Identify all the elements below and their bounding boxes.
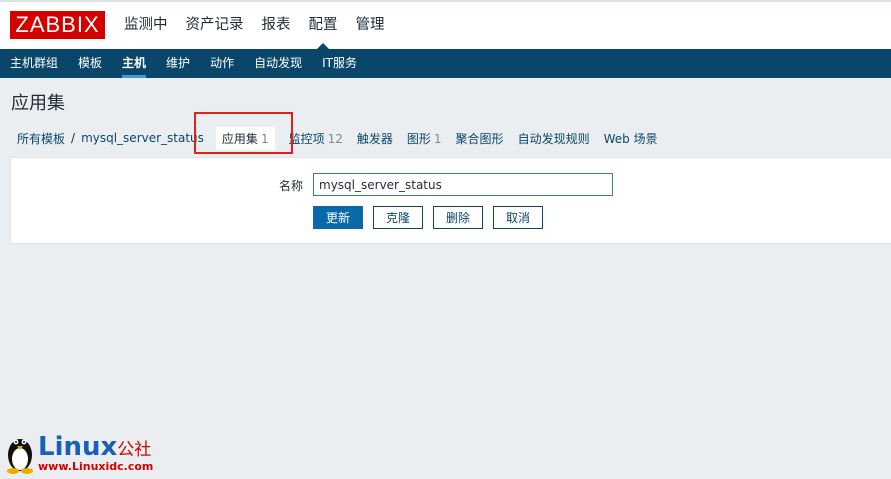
tab-graphs-label: 图形 xyxy=(406,131,431,146)
tab-items-label: 监控项 xyxy=(288,131,325,146)
linuxidc-watermark: Linux公社 www.Linuxidc.com xyxy=(4,430,184,476)
sub-nav-it-services[interactable]: IT服务 xyxy=(322,49,357,78)
watermark-url: www.Linuxidc.com xyxy=(38,460,154,473)
tab-screens-label: 聚合图形 xyxy=(455,131,504,146)
tab-screens[interactable]: 聚合图形 xyxy=(456,130,504,147)
clone-button[interactable]: 克隆 xyxy=(373,206,424,229)
tab-graphs[interactable]: 图形 1 xyxy=(407,130,442,147)
update-button[interactable]: 更新 xyxy=(313,206,364,229)
sub-nav-actions[interactable]: 动作 xyxy=(210,49,234,78)
tab-triggers[interactable]: 触发器 xyxy=(357,130,393,147)
page-title: 应用集 xyxy=(11,93,65,114)
watermark-brand: Linux公社 xyxy=(38,432,151,462)
delete-button[interactable]: 删除 xyxy=(433,206,484,229)
tab-graphs-count: 1 xyxy=(433,131,442,146)
breadcrumb: 所有模板 / mysql_server_status 应用集 1 监控项 12 触发… xyxy=(10,119,891,157)
cancel-button[interactable]: 取消 xyxy=(493,206,544,229)
sub-nav-hosts[interactable]: 主机 xyxy=(122,49,147,78)
main-nav-administration[interactable]: 管理 xyxy=(356,2,385,49)
main-nav-configuration[interactable]: 配置 xyxy=(309,2,338,49)
sub-nav-templates[interactable]: 模板 xyxy=(78,49,102,78)
main-nav-inventory[interactable]: 资产记录 xyxy=(186,2,244,49)
main-nav: 监测中 资产记录 报表 配置 管理 xyxy=(124,2,403,49)
tab-applications-count: 1 xyxy=(260,131,269,146)
penguin-icon xyxy=(7,439,33,474)
watermark-suffix: 公社 xyxy=(117,440,152,460)
form-button-row: 更新 克隆 删除 取消 xyxy=(313,206,553,229)
breadcrumb-host[interactable]: mysql_server_status xyxy=(81,131,204,145)
application-form-panel: 名称 更新 克隆 删除 取消 xyxy=(10,157,891,244)
sub-nav-host-groups[interactable]: 主机群组 xyxy=(10,49,58,78)
tab-items[interactable]: 监控项 12 xyxy=(289,130,343,147)
breadcrumb-separator: / xyxy=(71,131,76,145)
top-bar: ZABBIX 监测中 资产记录 报表 配置 管理 xyxy=(0,0,891,49)
tab-applications[interactable]: 应用集 1 xyxy=(215,126,275,150)
tab-applications-label: 应用集 xyxy=(221,131,258,146)
sub-nav: 主机群组 模板 主机 维护 动作 自动发现 IT服务 xyxy=(0,49,891,78)
name-label: 名称 xyxy=(279,179,304,193)
tab-discovery-rules[interactable]: 自动发现规则 xyxy=(518,130,590,147)
breadcrumb-all-templates[interactable]: 所有模板 xyxy=(17,130,65,147)
sub-nav-discovery[interactable]: 自动发现 xyxy=(254,49,302,78)
main-nav-monitoring[interactable]: 监测中 xyxy=(124,2,168,49)
tab-items-count: 12 xyxy=(327,131,343,146)
tab-web-label: Web 场景 xyxy=(603,131,658,146)
zabbix-logo[interactable]: ZABBIX xyxy=(10,11,105,39)
name-input[interactable] xyxy=(313,173,613,196)
sub-nav-maintenance[interactable]: 维护 xyxy=(166,49,190,78)
tab-discovery-label: 自动发现规则 xyxy=(517,131,590,146)
watermark-brand-text: Linux xyxy=(38,432,118,462)
tab-triggers-label: 触发器 xyxy=(356,131,393,146)
tab-web-scenarios[interactable]: Web 场景 xyxy=(604,130,658,147)
main-nav-reports[interactable]: 报表 xyxy=(262,2,291,49)
